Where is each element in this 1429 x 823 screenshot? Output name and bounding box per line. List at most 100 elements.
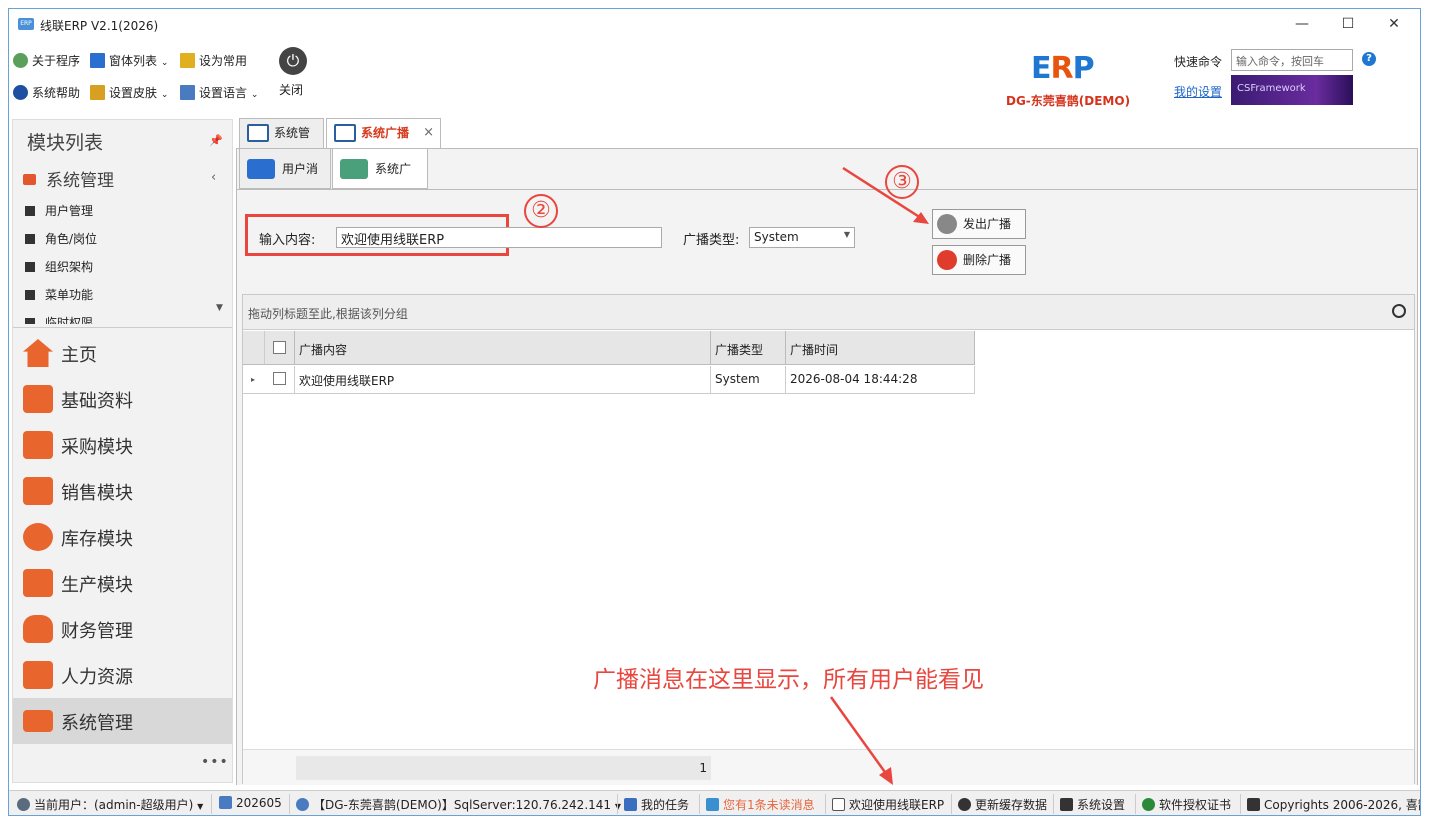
nav-basic-data[interactable]: 基础资料: [13, 376, 232, 422]
nav-sales[interactable]: 销售模块: [13, 468, 232, 514]
close-tab-icon[interactable]: ×: [423, 119, 434, 147]
chevron-down-icon: ▼: [843, 230, 850, 239]
status-tasks[interactable]: 我的任务: [624, 796, 689, 813]
type-select[interactable]: System ▼: [749, 227, 855, 248]
tree-item-menu[interactable]: 菜单功能: [25, 286, 93, 303]
divider: [617, 794, 618, 814]
windows-list-menu[interactable]: 窗体列表 ⌄: [90, 50, 168, 72]
row-checkbox[interactable]: [265, 366, 295, 394]
folder-icon: [23, 385, 53, 413]
maximize-button[interactable]: ☐: [1325, 9, 1371, 39]
nav-inventory[interactable]: 库存模块: [13, 514, 232, 560]
help-button[interactable]: 系统帮助: [13, 82, 80, 104]
cell-content[interactable]: 欢迎使用线联ERP: [295, 366, 711, 394]
cube-icon: [25, 318, 35, 324]
send-broadcast-button[interactable]: 发出广播: [932, 209, 1026, 239]
refresh-icon: [958, 798, 971, 811]
divider: [1053, 794, 1054, 814]
nav-home[interactable]: 主页: [13, 330, 232, 376]
status-copyright: Copyrights 2006-2026, 喜鹊: [1247, 796, 1420, 813]
help-icon[interactable]: ?: [1362, 52, 1376, 66]
status-unread[interactable]: 您有1条未读消息: [706, 796, 815, 813]
subtab-user-messages[interactable]: 用户消息: [239, 149, 331, 216]
col-header-time[interactable]: 广播时间: [786, 331, 975, 365]
status-license[interactable]: 软件授权证书: [1142, 796, 1231, 813]
status-database[interactable]: 【DG-东莞喜鹊(DEMO)】SqlServer:120.76.242.141 …: [296, 796, 621, 813]
tree-item-roles[interactable]: 角色/岗位: [25, 230, 97, 247]
step-2-marker: ②: [524, 194, 558, 228]
col-header-content[interactable]: 广播内容: [295, 331, 711, 365]
search-icon[interactable]: [1392, 304, 1406, 318]
skin-menu[interactable]: 设置皮肤 ⌄: [90, 82, 168, 104]
cart-icon: [23, 431, 53, 459]
monitor-icon: [23, 174, 36, 185]
speaker-icon: [832, 798, 845, 811]
status-settings[interactable]: 系统设置: [1060, 796, 1125, 813]
language-icon: [180, 85, 195, 100]
tab-system-broadcast[interactable]: 系统广播 ×: [326, 118, 441, 149]
certificate-icon: [1142, 798, 1155, 811]
divider: [825, 794, 826, 814]
row-indicator-header: [243, 331, 265, 365]
status-user[interactable]: 当前用户：(admin-超级用户) ▼: [17, 796, 203, 813]
calendar-icon: [219, 796, 232, 809]
divider: [951, 794, 952, 814]
envelope-icon: [247, 159, 275, 179]
divider: [211, 794, 212, 814]
quick-command-input[interactable]: 输入命令，按回车: [1231, 49, 1353, 71]
status-period[interactable]: 202605: [219, 796, 282, 810]
select-all-checkbox[interactable]: [265, 331, 295, 365]
tree-item-org[interactable]: 组织架构: [25, 258, 93, 275]
nav-production[interactable]: 生产模块: [13, 560, 232, 606]
home-icon: [23, 339, 53, 367]
power-icon[interactable]: ⏻: [279, 47, 307, 75]
close-window-button[interactable]: ✕: [1371, 9, 1417, 39]
ribbon: 关于程序 窗体列表 ⌄ 设为常用 系统帮助 设置皮肤 ⌄ 设置语言 ⌄ ⏻ 关闭…: [9, 39, 1420, 117]
nav-system[interactable]: 系统管理: [13, 698, 232, 744]
arrow-annotation: [829, 696, 893, 785]
tree-item-user-mgmt[interactable]: 用户管理: [25, 202, 93, 219]
pin-icon[interactable]: 📌: [209, 134, 223, 147]
set-common-button[interactable]: 设为常用: [180, 50, 247, 72]
annotation-text: 广播消息在这里显示，所有用户能看见: [593, 667, 984, 693]
more-icon[interactable]: •••: [201, 754, 229, 770]
shopping-bag-icon: [23, 477, 53, 505]
tab-system-mgmt[interactable]: 系统管理: [239, 118, 324, 168]
help-icon: [13, 85, 28, 100]
nav-finance[interactable]: 财务管理: [13, 606, 232, 652]
delete-broadcast-button[interactable]: 删除广播: [932, 245, 1026, 275]
my-settings-link[interactable]: 我的设置: [1174, 83, 1222, 100]
group-panel[interactable]: 拖动列标题至此,根据该列分组: [243, 295, 1414, 330]
divider: [1135, 794, 1136, 814]
status-broadcast[interactable]: 欢迎使用线联ERP: [832, 796, 944, 813]
nav-hr[interactable]: 人力资源: [13, 652, 232, 698]
col-header-type[interactable]: 广播类型: [711, 331, 786, 365]
nav-purchase[interactable]: 采购模块: [13, 422, 232, 468]
cube-icon: [25, 290, 35, 300]
delete-icon: [937, 250, 957, 270]
megaphone-icon: [340, 159, 368, 179]
row-expand-icon[interactable]: ▸: [243, 366, 265, 394]
scroll-down-icon[interactable]: ▼: [216, 303, 223, 313]
minimize-button[interactable]: —: [1279, 9, 1325, 39]
arrow-annotation: [842, 166, 929, 224]
monitor-icon: [23, 710, 53, 732]
cell-time[interactable]: 2026-08-04 18:44:28: [786, 366, 975, 394]
divider: [1240, 794, 1241, 814]
close-label[interactable]: 关闭: [279, 79, 303, 101]
chevron-left-icon[interactable]: ‹: [211, 170, 216, 185]
divider: [13, 327, 232, 328]
tree-group-system[interactable]: 系统管理: [23, 166, 114, 191]
cell-type[interactable]: System: [711, 366, 786, 394]
status-refresh[interactable]: 更新缓存数据: [958, 796, 1047, 813]
about-button[interactable]: 关于程序: [13, 50, 80, 72]
tree-item-temp-permission[interactable]: 临时权限: [25, 314, 93, 324]
subtab-system-broadcast[interactable]: 系统广播: [332, 149, 428, 216]
user-icon: [17, 798, 30, 811]
csframework-banner[interactable]: CSFramework: [1231, 75, 1353, 105]
language-menu[interactable]: 设置语言 ⌄: [180, 82, 258, 104]
database-icon: [296, 798, 309, 811]
content-input[interactable]: 欢迎使用线联ERP: [336, 227, 662, 248]
message-icon: [706, 798, 719, 811]
module-panel-title: 模块列表: [27, 132, 104, 154]
